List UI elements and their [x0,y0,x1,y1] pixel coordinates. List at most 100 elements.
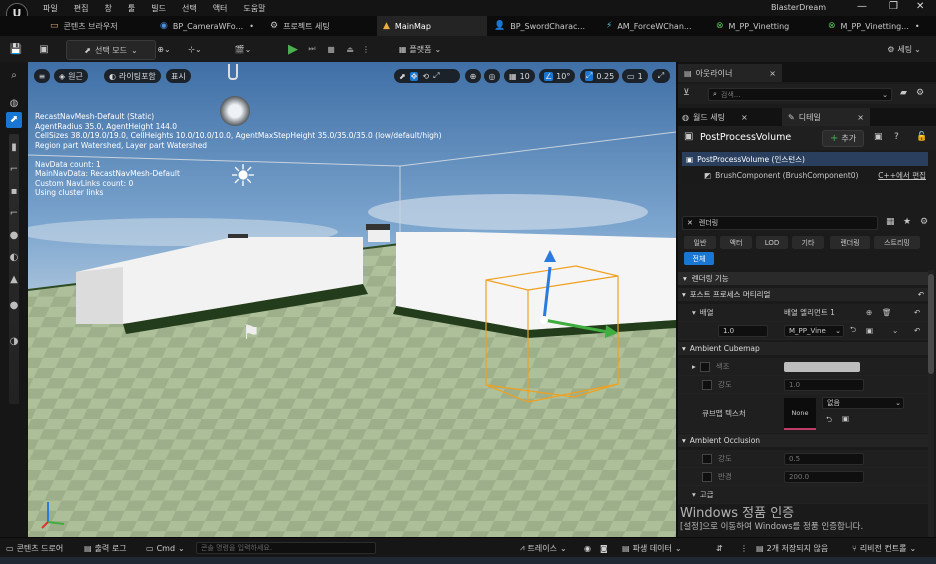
weight-field[interactable]: 1.0 [718,324,768,337]
close-icon[interactable]: × [769,69,776,78]
tool-icon[interactable]: ▲ [6,272,22,288]
scale-snap-button[interactable]: ⤢ 0.25 [580,69,620,83]
close-icon[interactable]: × [857,113,864,122]
trace-button[interactable]: ⩘ 트레이스 ⌄ [520,538,567,558]
menu-window[interactable]: 창 [104,3,111,14]
tool-icon[interactable]: ● [6,298,22,314]
content-drawer-button[interactable]: ▭ 콘텐츠 드로어 [6,538,63,558]
play-button[interactable]: ▶ [284,40,302,58]
favorite-star-icon[interactable]: ★ [903,217,911,227]
menu-build[interactable]: 빌드 [151,3,166,14]
add-element-icon[interactable]: ⊕ [866,308,872,317]
settings-dropdown[interactable]: ⚙ 세팅 ⌄ [880,40,928,58]
settings-icon[interactable]: ⚙ [916,88,924,98]
menu-edit[interactable]: 편집 [74,3,89,14]
details-search-input[interactable]: ✕ 렌더링 [682,216,878,230]
checkbox[interactable] [702,471,712,482]
sky-light-icon[interactable] [220,96,250,126]
camera-icon[interactable]: ◙ [600,538,608,558]
delete-icon[interactable]: 🗑 [882,308,892,317]
tab-world-settings[interactable]: ◍ 월드 세팅 × [682,108,748,126]
lock-icon[interactable]: 🔓 [916,132,927,142]
perspective-button[interactable]: ◈ 원근 [54,69,88,83]
tool-icon[interactable]: ⌐ [6,162,22,178]
tab-main-map[interactable]: ▲ MainMap [377,16,487,36]
player-start-icon[interactable]: ⚑ [242,320,274,348]
section-ambient-cubemap[interactable]: ▾ Ambient Cubemap [678,342,928,355]
menu-tools[interactable]: 툴 [128,3,135,14]
grid-snap-button[interactable]: ▦ 10 [504,69,535,83]
checkbox[interactable] [702,453,712,464]
table-view-icon[interactable]: ▦ [886,217,895,227]
filter-rendering[interactable]: 렌더링 [830,236,870,249]
menu-help[interactable]: 도움말 [243,3,265,14]
scrollbar[interactable] [928,270,934,537]
tool-icon[interactable]: ▮ [6,140,22,156]
tool-icon[interactable]: ● [6,228,22,244]
tool-icon[interactable]: ⌐ [6,206,22,222]
ao-radius-field[interactable]: 200.0 [784,470,864,483]
cinematics-icon[interactable]: 🎬⌄ [228,40,258,58]
directional-light-icon[interactable]: ☀ [226,160,260,194]
eject-icon[interactable]: ⏏ [342,40,358,58]
more-options-icon[interactable]: ⋮ [361,40,371,58]
tool-icon[interactable]: ◐ [6,250,22,266]
level-viewport[interactable]: ≡ ◈ 원근 ◐ 라이팅포함 표시 ⬈ ✥ ⟲ ⤢ ⊕ ◎ ▦ 10 ∠ 10°… [28,62,676,537]
reset-icon[interactable]: ↶ [918,290,924,299]
derived-data-button[interactable]: ▤ 파생 데이터 ⌄ [622,538,682,558]
brush-component-row[interactable]: ◩ BrushComponent (BrushComponent0) C++에서… [682,168,928,182]
blueprint-menu-icon[interactable]: ⊹⌄ [180,40,210,58]
tool-icon[interactable]: ▪ [6,184,22,200]
source-control-icon[interactable]: ⇵ [716,538,723,558]
console-input[interactable]: 콘솔 명령을 입력하세요. [196,542,376,554]
section-rendering-features[interactable]: ▾ 렌더링 기능 [678,272,928,285]
filter-actor[interactable]: 액터 [720,236,752,249]
tint-swatch[interactable] [784,361,860,372]
use-selected-icon[interactable]: ⮌ [826,414,832,427]
scale-icon[interactable]: ⤢ [433,71,439,81]
tab-m-pp-vinetting[interactable]: ⊗ M_PP_Vinetting [710,16,820,36]
filter-general[interactable]: 일반 [684,236,716,249]
tab-bp-sword-character[interactable]: 👤 BP_SwordCharac... [488,16,598,36]
filter-lod[interactable]: LOD [756,236,788,249]
tab-content-browser[interactable]: ▭ 콘텐츠 브라우저 [44,16,154,36]
active-tool-icon[interactable]: ⬈ [6,112,22,128]
tab-am-force[interactable]: ⚡ AM_ForceWChan... [600,16,710,36]
select-mode-dropdown[interactable]: ⬈ 선택 모드 ⌄ [66,40,156,60]
stop-icon[interactable]: ■ [323,40,339,58]
platforms-dropdown[interactable]: ▦ 플랫폼 ⌄ [390,40,450,58]
tool-icon[interactable]: ◑ [6,334,22,350]
filter-misc[interactable]: 기타 [792,236,824,249]
tab-m-pp-vinetting-2[interactable]: ⊗ M_PP_Vinetting... • [822,16,936,36]
selection-tool-icon[interactable]: ◍ [6,96,22,112]
menu-file[interactable]: 파일 [43,3,58,14]
texture-dropdown[interactable]: 없음 ⌄ [822,397,904,409]
help-icon[interactable]: ? [894,132,899,142]
save-icon[interactable]: 💾 [8,40,24,58]
select-arrow-icon[interactable]: ⬈ [399,72,406,81]
viewport-menu-button[interactable]: ≡ [34,69,50,83]
add-component-button[interactable]: + 추가 [822,130,865,147]
lighting-mode-button[interactable]: ◐ 라이팅포함 [104,69,161,83]
maximize-icon[interactable]: ❐ [889,1,898,12]
content-icon[interactable]: ▣ [36,40,52,58]
record-icon[interactable]: ◉ [584,538,591,558]
show-flags-button[interactable]: 표시 [166,69,191,83]
surface-snap-toggle[interactable]: ◎ [484,69,500,83]
browse-icon[interactable]: ▣ [866,326,873,335]
cmd-dropdown[interactable]: ▭ Cmd ⌄ [146,538,185,558]
material-select[interactable]: M_PP_Vine ⌄ [784,324,844,337]
tab-project-settings[interactable]: ⚙ 프로젝트 세팅 [264,16,376,36]
scrollbar-thumb[interactable] [928,274,934,374]
search-icon[interactable]: ⌕ [6,68,22,84]
gear-icon[interactable]: ⚙ [920,217,928,227]
filter-all[interactable]: 전체 [684,252,714,265]
ao-intensity-field[interactable]: 0.5 [784,452,864,465]
use-selected-icon[interactable]: ⮌ [850,324,856,337]
browse-icon[interactable]: ▣ [842,414,849,423]
revision-control-button[interactable]: ⑂ 리비전 컨트롤 ⌄ [852,538,916,558]
add-actor-icon[interactable]: ⊕⌄ [150,40,178,58]
rotate-icon[interactable]: ⟲ [422,72,429,81]
translate-icon[interactable]: ✥ [409,71,419,81]
world-local-toggle[interactable]: ⊕ [465,69,481,83]
